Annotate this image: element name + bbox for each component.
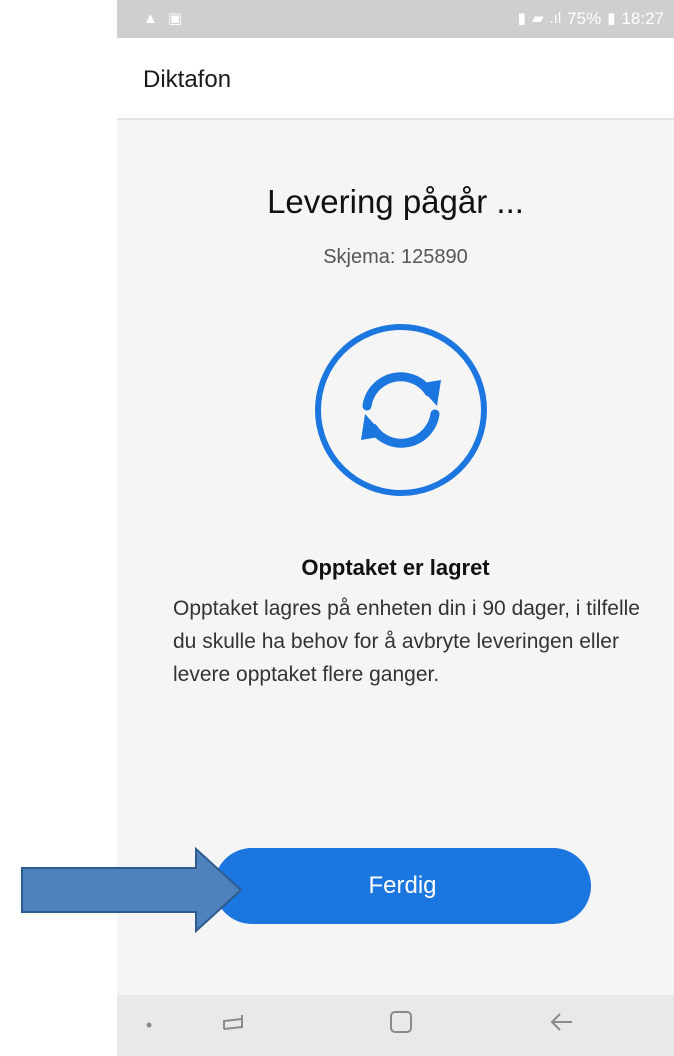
battery-percent: 75% xyxy=(567,9,602,28)
image-icon: ▣ xyxy=(167,10,183,27)
dot-icon: • xyxy=(145,1015,153,1035)
arrow-right-icon xyxy=(21,847,243,933)
screenshot: ▲ ▣ ▮ ▰ .ıl 75% ▮ 18:27 Diktafon Leverin… xyxy=(0,0,674,1056)
signal-icon: .ıl xyxy=(549,10,562,27)
battery-icon: ▮ xyxy=(607,10,616,27)
saved-title: Opptaket er lagret xyxy=(301,555,490,580)
recents-icon[interactable] xyxy=(213,1007,253,1046)
status-time: 18:27 xyxy=(621,9,664,28)
sync-icon xyxy=(315,324,487,496)
done-button[interactable]: Ferdig xyxy=(214,848,591,924)
home-icon[interactable] xyxy=(381,1007,421,1046)
warning-icon: ▲ xyxy=(143,10,158,27)
status-right: ▮ ▰ .ıl 75% ▮ 18:27 xyxy=(518,9,664,29)
status-left-icons: ▲ ▣ xyxy=(143,9,182,29)
system-nav-bar: • xyxy=(117,995,674,1056)
mail-icon: ▰ xyxy=(531,10,544,27)
status-bar: ▲ ▣ ▮ ▰ .ıl 75% ▮ 18:27 xyxy=(117,0,674,38)
lock-icon: ▮ xyxy=(517,10,526,27)
app-title: Diktafon xyxy=(143,66,232,93)
back-icon[interactable] xyxy=(541,1007,581,1046)
saved-description: Opptaket lagres på enheten din i 90 dage… xyxy=(173,597,640,686)
app-bar: Diktafon xyxy=(117,38,674,120)
form-label: Skjema: 125890 xyxy=(323,246,468,268)
delivery-heading: Levering pågår ... xyxy=(267,183,524,220)
